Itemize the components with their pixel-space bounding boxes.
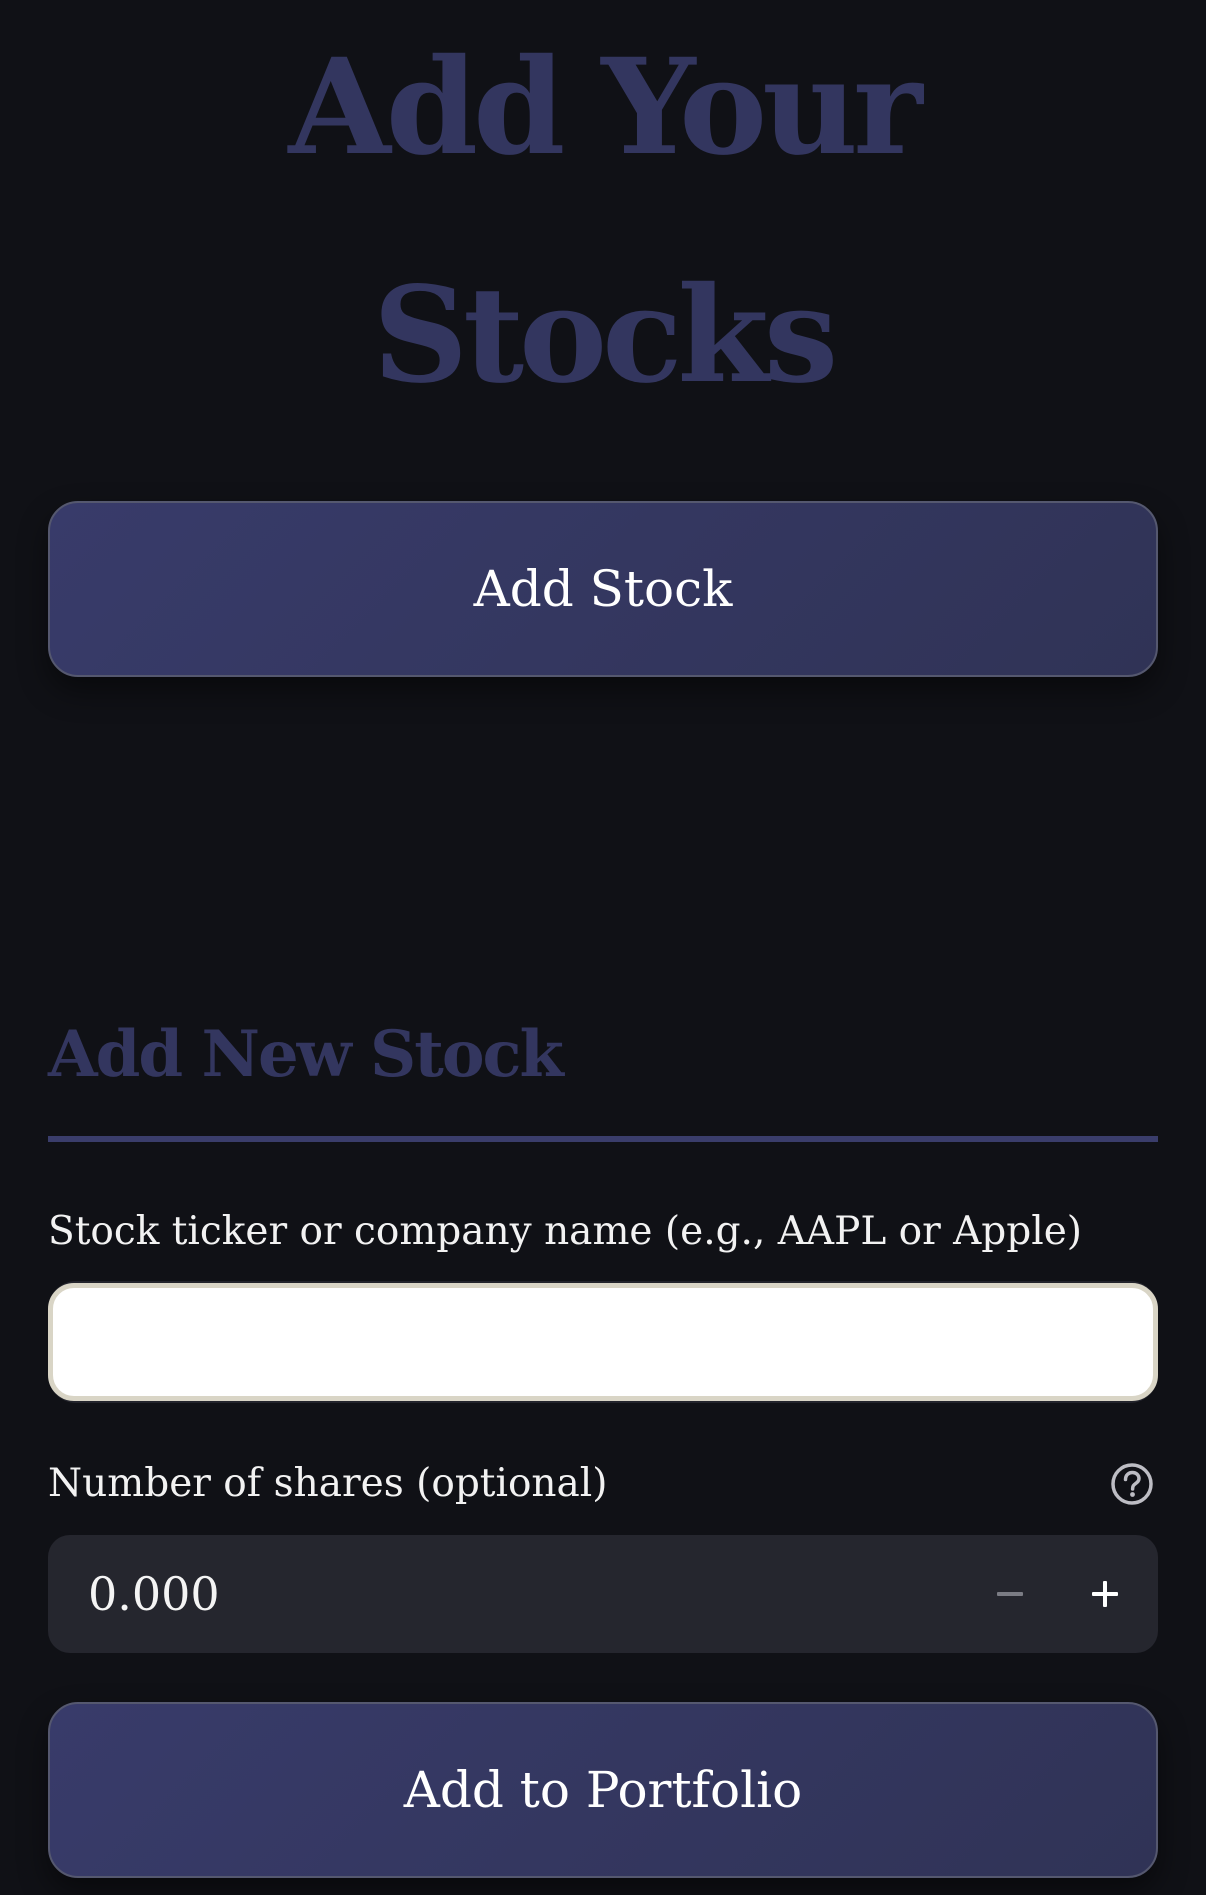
page-title-line-2: Stocks (372, 258, 838, 413)
section-title: Add New Stock (48, 1017, 564, 1092)
add-to-portfolio-button[interactable]: Add to Portfolio (48, 1702, 1158, 1878)
ticker-input[interactable] (48, 1283, 1158, 1401)
add-stock-button[interactable]: Add Stock (48, 501, 1158, 677)
plus-icon[interactable] (1075, 1564, 1135, 1624)
section-divider (48, 1136, 1158, 1142)
ticker-label: Stock ticker or company name (e.g., AAPL… (48, 1209, 1082, 1254)
shares-value[interactable]: 0.000 (88, 1535, 220, 1653)
help-circle-icon[interactable] (1110, 1462, 1154, 1506)
minus-icon[interactable] (980, 1564, 1040, 1624)
shares-stepper[interactable]: 0.000 (48, 1535, 1158, 1653)
page-title-line-1: Add Your (288, 30, 922, 185)
shares-label: Number of shares (optional) (48, 1461, 608, 1506)
page-title: Add Your Stocks (0, 0, 1206, 450)
